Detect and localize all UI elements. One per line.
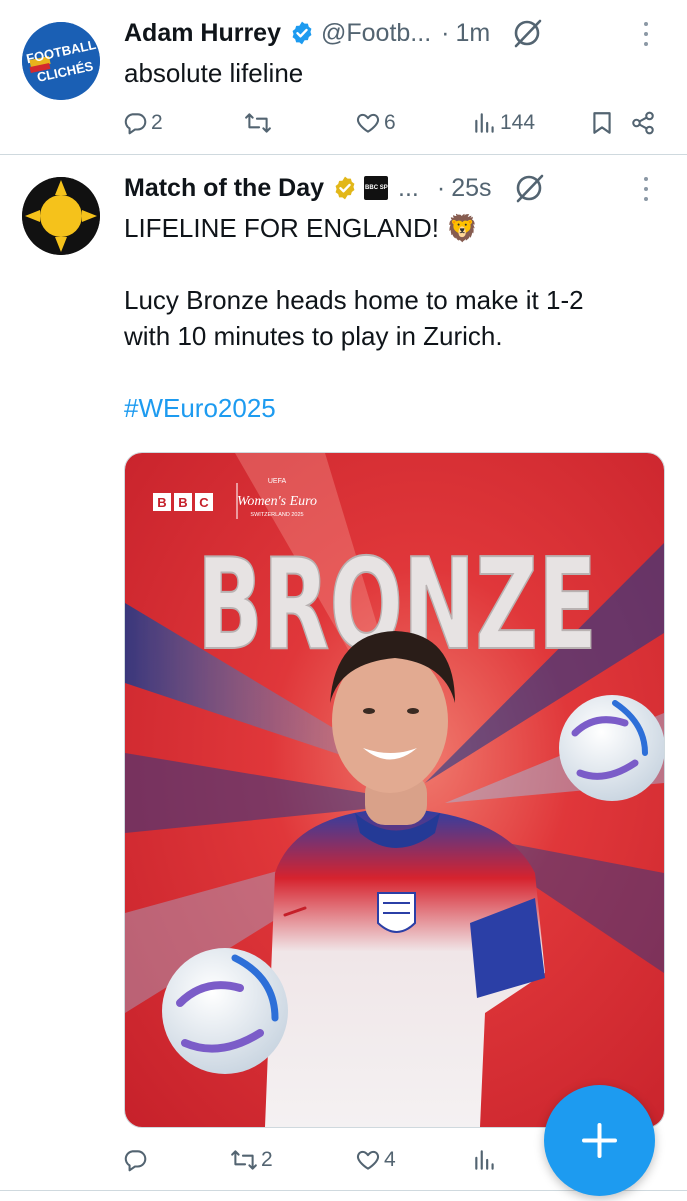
- reply-button[interactable]: [122, 1145, 151, 1175]
- author-name[interactable]: Adam Hurrey: [124, 19, 281, 48]
- tweet-text-line: with 10 minutes to play in Zurich.: [124, 321, 503, 351]
- tweet-text-line: Lucy Bronze heads home to make it 1-2: [124, 285, 584, 315]
- views-button[interactable]: 144: [473, 108, 535, 138]
- hashtag-link[interactable]: #WEuro2025: [124, 390, 664, 426]
- svg-text:B: B: [157, 495, 166, 510]
- like-button[interactable]: 4: [355, 1145, 396, 1175]
- timestamp[interactable]: 25s: [451, 174, 491, 203]
- svg-text:C: C: [199, 495, 209, 510]
- football-left: [162, 948, 288, 1074]
- author-handle[interactable]: ...: [398, 174, 419, 203]
- plus-icon: [582, 1123, 617, 1158]
- reply-icon: [124, 1150, 147, 1172]
- share-icon[interactable]: [630, 110, 656, 136]
- retweet-icon: [231, 1150, 257, 1170]
- like-button[interactable]: 6: [355, 108, 396, 138]
- separator-dot: ·: [441, 18, 450, 47]
- tweet-media-image[interactable]: B B C UEFA Women's Euro SWITZERLAND 2025…: [124, 452, 665, 1128]
- avatar[interactable]: [22, 177, 100, 255]
- retweet-count: 2: [261, 1148, 273, 1171]
- bronze-poster: B B C UEFA Women's Euro SWITZERLAND 2025…: [125, 453, 664, 1127]
- heart-icon: [356, 1150, 380, 1170]
- separator-dot: ·: [436, 173, 446, 202]
- tournament-name-text: Women's Euro: [237, 494, 317, 509]
- compose-button[interactable]: [544, 1085, 655, 1196]
- match-of-the-day-logo: [22, 177, 100, 255]
- bbc-sport-affiliate-badge: BBC SPORT: [364, 176, 401, 200]
- retweet-button[interactable]: [244, 108, 275, 138]
- tweet-header: Match of the Day BBC SPORT ... · 25s: [124, 170, 546, 206]
- verified-gold-badge-icon: [335, 176, 355, 200]
- football-cliches-logo: FOOTBALL CLICHÉS: [22, 22, 100, 100]
- affiliate-badge-text: BBC SPORT: [365, 184, 401, 191]
- more-options-icon[interactable]: [643, 177, 649, 207]
- avatar[interactable]: FOOTBALL CLICHÉS: [22, 22, 100, 100]
- retweet-button[interactable]: 2: [230, 1145, 273, 1175]
- views-button[interactable]: [473, 1145, 500, 1175]
- tweet-header: Adam Hurrey @Footb... · 1m: [124, 15, 544, 51]
- football-right: [559, 695, 664, 801]
- verified-badge-icon: [292, 21, 312, 45]
- analytics-icon: [475, 1150, 494, 1170]
- timestamp[interactable]: 1m: [455, 19, 490, 48]
- grok-icon[interactable]: [510, 16, 544, 50]
- reply-icon: [124, 113, 147, 135]
- bbc-logo: B B C: [153, 493, 213, 511]
- views-count: 144: [500, 111, 536, 134]
- grok-icon[interactable]: [512, 171, 546, 205]
- retweet-icon: [245, 113, 271, 133]
- more-options-icon[interactable]: [643, 22, 649, 52]
- author-handle[interactable]: @Footb...: [321, 19, 431, 48]
- analytics-icon: [475, 113, 494, 133]
- tweet-text-line: LIFELINE FOR ENGLAND! 🦁: [124, 213, 479, 243]
- tournament-sub-text: SWITZERLAND 2025: [250, 512, 303, 518]
- svg-text:B: B: [178, 495, 187, 510]
- bookmark-icon[interactable]: [590, 110, 614, 136]
- like-count: 4: [384, 1148, 396, 1171]
- reply-button[interactable]: 2: [122, 108, 163, 138]
- reply-count: 2: [151, 111, 163, 134]
- tweet-adam-hurrey[interactable]: FOOTBALL CLICHÉS Adam Hurrey @Footb... ·…: [0, 0, 687, 155]
- tweet-text: LIFELINE FOR ENGLAND! 🦁 Lucy Bronze head…: [124, 210, 664, 426]
- heart-icon: [356, 113, 380, 133]
- author-name[interactable]: Match of the Day: [124, 174, 324, 203]
- tournament-small-text: UEFA: [268, 478, 287, 485]
- like-count: 6: [384, 111, 396, 134]
- tweet-text: absolute lifeline: [124, 58, 304, 88]
